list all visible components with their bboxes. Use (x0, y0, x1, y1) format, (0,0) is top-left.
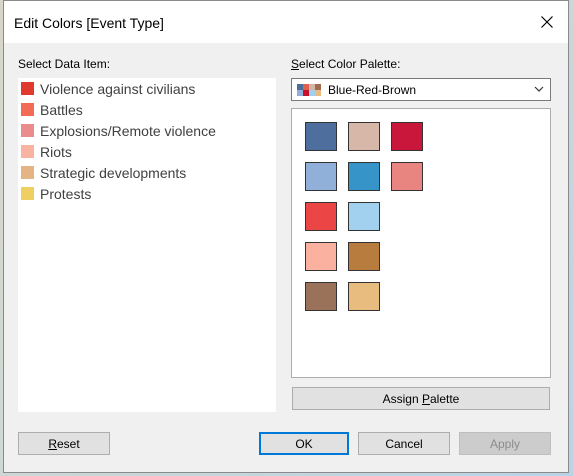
data-item[interactable]: Protests (18, 183, 276, 204)
palette-preview-cell (315, 89, 321, 96)
select-data-item-label: Select Data Item: (18, 57, 111, 71)
data-item-label: Riots (40, 143, 72, 160)
title-bar: Edit Colors [Event Type] (4, 1, 568, 43)
palette-swatch[interactable] (391, 162, 423, 191)
reset-label: Reset (48, 436, 80, 451)
palette-swatch[interactable] (305, 162, 337, 191)
assign-palette-label: Assign Palette (382, 391, 460, 406)
ok-button[interactable]: OK (259, 432, 349, 455)
data-item-label: Strategic developments (40, 164, 187, 181)
palette-swatch[interactable] (305, 122, 337, 151)
assign-palette-button[interactable]: Assign Palette (292, 387, 550, 410)
reset-button[interactable]: Reset (18, 432, 110, 455)
data-item-label: Battles (40, 101, 83, 118)
edit-colors-dialog: Edit Colors [Event Type] Select Data Ite… (3, 0, 569, 473)
data-item-color-swatch (21, 187, 34, 200)
data-item-label: Violence against civilians (40, 80, 196, 97)
data-item-color-swatch (21, 145, 34, 158)
dialog-title: Edit Colors [Event Type] (14, 15, 164, 31)
palette-swatch[interactable] (348, 122, 380, 151)
palette-swatch-grid (291, 108, 551, 378)
data-item-label: Explosions/Remote violence (40, 122, 216, 139)
data-item[interactable]: Battles (18, 99, 276, 120)
palette-swatch[interactable] (348, 242, 380, 271)
palette-swatch[interactable] (348, 202, 380, 231)
chevron-down-icon (534, 86, 544, 92)
data-item[interactable]: Explosions/Remote violence (18, 120, 276, 141)
data-item-color-swatch (21, 124, 34, 137)
select-color-palette-label: Select Color Palette: (291, 57, 401, 71)
cancel-button[interactable]: Cancel (358, 432, 450, 455)
palette-select[interactable]: Blue-Red-Brown (291, 78, 551, 101)
palette-swatch[interactable] (348, 162, 380, 191)
data-item-color-swatch (21, 103, 34, 116)
data-item-color-swatch (21, 82, 34, 95)
palette-preview-icon (297, 83, 321, 96)
palette-swatch[interactable] (305, 242, 337, 271)
palette-swatch[interactable] (305, 202, 337, 231)
close-button[interactable] (536, 11, 558, 33)
data-item-list[interactable]: Violence against civilians Battles Explosi… (18, 78, 276, 412)
data-item-color-swatch (21, 166, 34, 179)
data-item[interactable]: Riots (18, 141, 276, 162)
palette-swatch[interactable] (305, 282, 337, 311)
palette-swatch[interactable] (348, 282, 380, 311)
palette-select-value: Blue-Red-Brown (328, 82, 417, 97)
close-icon (541, 16, 553, 28)
apply-button: Apply (459, 432, 551, 455)
data-item[interactable]: Strategic developments (18, 162, 276, 183)
data-item[interactable]: Violence against civilians (18, 78, 276, 99)
data-item-label: Protests (40, 185, 92, 202)
palette-swatch[interactable] (391, 122, 423, 151)
